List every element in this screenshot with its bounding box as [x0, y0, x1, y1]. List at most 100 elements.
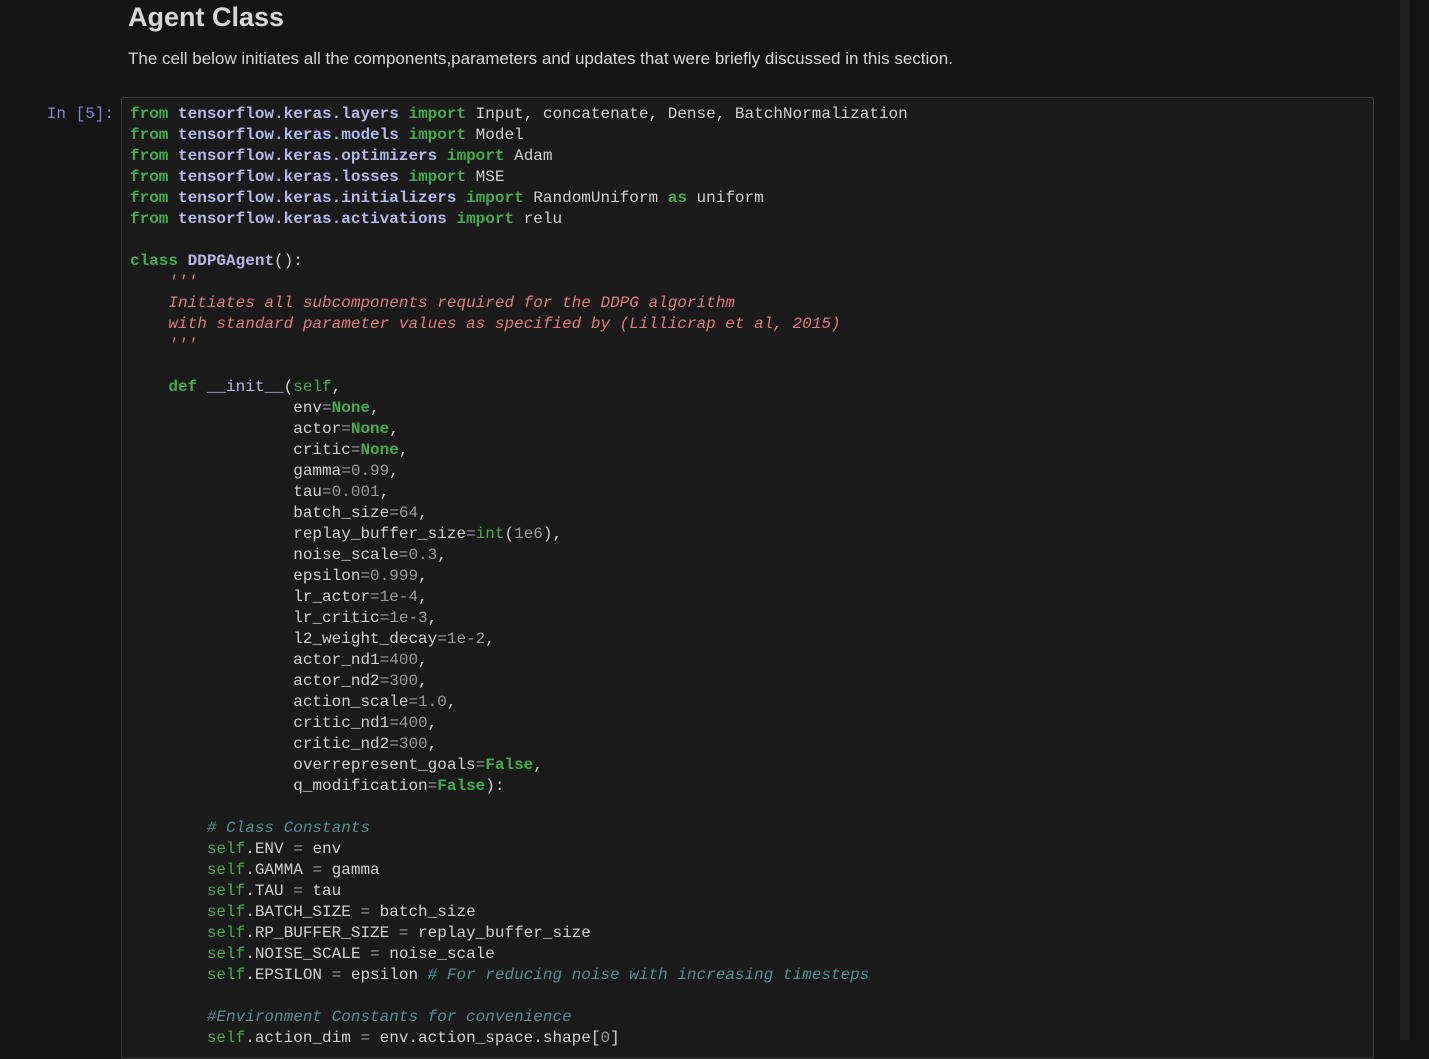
code-token: False [437, 777, 486, 795]
code-token: self [206, 945, 246, 963]
code-token: from [130, 105, 169, 123]
code-token: q_modification [130, 777, 428, 795]
code-token: = [312, 861, 323, 879]
code-line: actor=None, [130, 419, 908, 440]
code-token: ( [283, 378, 294, 396]
code-token: =400 [379, 651, 419, 669]
code-token: None [350, 420, 390, 438]
code-token: __init__ [206, 378, 284, 396]
code-token: =0.99 [341, 462, 390, 480]
code-token: Adam [504, 147, 553, 165]
code-token: ''' [130, 336, 198, 354]
code-token: batch_size [370, 903, 476, 921]
code-token: replay_buffer_size [408, 924, 591, 942]
code-line: self.TAU = tau [130, 881, 908, 902]
code-token: = [350, 441, 361, 459]
code-token: lr_critic [130, 609, 380, 627]
code-token: from [130, 126, 169, 144]
code-token: .EPSILON [245, 966, 332, 984]
code-line: batch_size=64, [130, 503, 908, 524]
code-line: from tensorflow.keras.activations import… [130, 209, 908, 230]
code-token: epsilon [341, 966, 428, 984]
code-token: # Class Constants [130, 819, 371, 837]
page-scrollbar[interactable] [1400, 0, 1410, 1040]
code-line: tau=0.001, [130, 482, 908, 503]
code-token: import [408, 126, 467, 144]
code-line: overrepresent_goals=False, [130, 755, 908, 776]
code-token: =1.0 [408, 693, 447, 711]
code-token: , [370, 399, 380, 417]
code-line: #Environment Constants for convenience [130, 1007, 908, 1028]
code-token: , [446, 693, 457, 711]
code-line: self.BATCH_SIZE = batch_size [130, 902, 908, 923]
code-line: self.RP_BUFFER_SIZE = replay_buffer_size [130, 923, 908, 944]
code-token: , [418, 651, 428, 669]
code-token: critic_nd1 [130, 714, 390, 732]
code-line: critic_nd2=300, [130, 734, 908, 755]
code-token: ( [504, 525, 515, 543]
code-line: from tensorflow.keras.initializers impor… [130, 188, 908, 209]
code-token: MSE [466, 168, 505, 186]
code-line: Initiates all subcomponents required for… [130, 293, 908, 314]
code-line: q_modification=False): [130, 776, 908, 797]
code-editor[interactable]: from tensorflow.keras.layers import Inpu… [130, 104, 908, 1049]
code-token: self [206, 882, 246, 900]
code-token: , [427, 714, 438, 732]
section-description: The cell below initiates all the compone… [128, 49, 953, 68]
code-line: from tensorflow.keras.optimizers import … [130, 146, 908, 167]
code-token: =0.999 [360, 567, 419, 585]
code-line: replay_buffer_size=int(1e6), [130, 524, 908, 545]
code-token: , [533, 756, 543, 774]
code-line: ''' [130, 335, 908, 356]
code-token: self [206, 924, 246, 942]
code-token: as [667, 189, 687, 207]
code-token: self [206, 1029, 246, 1047]
code-token: self [293, 378, 332, 396]
code-token: tensorflow.keras.layers [178, 105, 399, 123]
code-token: = [370, 945, 380, 963]
code-token: .BATCH_SIZE [245, 903, 361, 921]
code-line: actor_nd1=400, [130, 650, 908, 671]
code-line: self.action_dim = env.action_space.shape… [130, 1028, 908, 1049]
code-token: = [360, 903, 371, 921]
code-token: =1e-2 [437, 630, 486, 648]
code-token: env [302, 840, 342, 858]
code-token: import [466, 189, 524, 207]
code-token: epsilon [130, 567, 361, 585]
code-token: tensorflow.keras.initializers [178, 189, 457, 207]
code-line: ''' [130, 272, 908, 293]
code-token: lr_actor [130, 588, 371, 606]
code-token: self [206, 840, 246, 858]
code-token: #Environment Constants for convenience [130, 1008, 572, 1026]
code-line: epsilon=0.999, [130, 566, 908, 587]
code-token: , [379, 483, 390, 501]
code-token: ] [610, 1029, 620, 1047]
code-token: .ENV [245, 840, 294, 858]
code-token: =64 [389, 504, 419, 522]
code-token: tensorflow.keras.models [178, 126, 399, 144]
code-token: = [341, 420, 351, 438]
code-token: = [293, 882, 303, 900]
code-token: None [331, 399, 371, 417]
code-line: critic_nd1=400, [130, 713, 908, 734]
code-line: from tensorflow.keras.models import Mode… [130, 125, 908, 146]
code-token: DDPGAgent [187, 252, 275, 270]
code-token: tensorflow.keras.optimizers [178, 147, 438, 165]
code-token: ), [542, 525, 563, 543]
code-token: critic_nd2 [130, 735, 390, 753]
code-token: from [130, 168, 169, 186]
code-token: from [130, 210, 169, 228]
code-token: noise_scale [130, 546, 399, 564]
